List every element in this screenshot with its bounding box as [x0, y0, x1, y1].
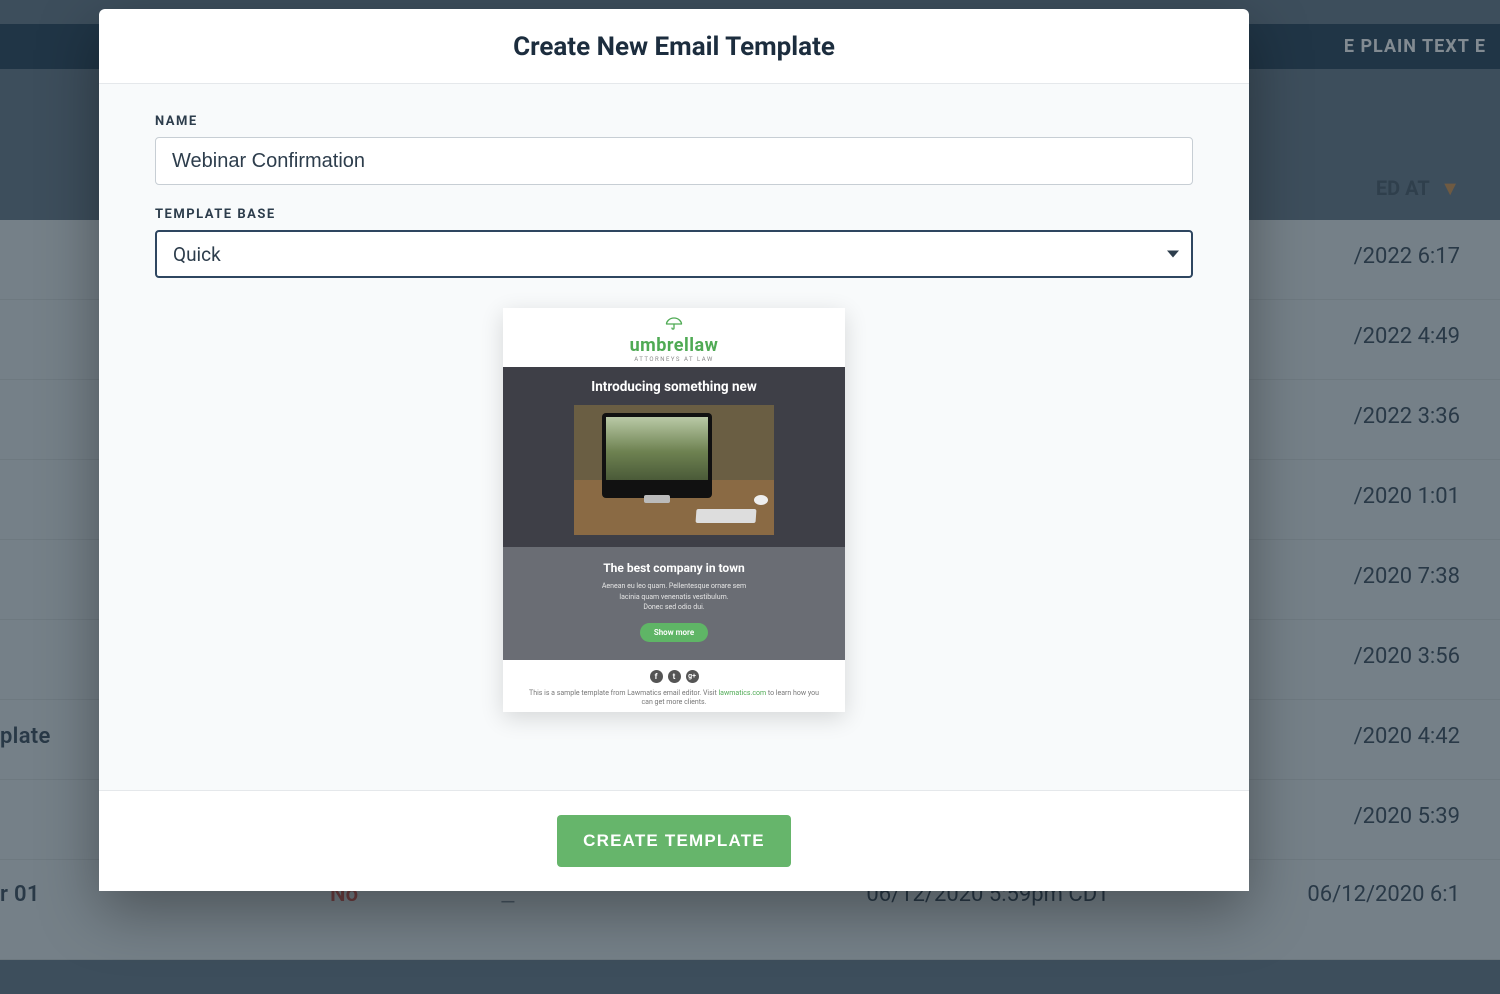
- template-base-label: TEMPLATE BASE: [155, 207, 1193, 222]
- template-base-select[interactable]: Quick: [155, 230, 1193, 278]
- name-input[interactable]: [155, 137, 1193, 185]
- create-template-modal: Create New Email Template NAME TEMPLATE …: [99, 9, 1249, 891]
- preview-disclaimer: This is a sample template from Lawmatics…: [503, 683, 845, 709]
- preview-hero-title: Introducing something new: [503, 367, 845, 405]
- disclaimer-text: This is a sample template from Lawmatics…: [529, 689, 718, 697]
- preview-hero-image: [574, 405, 774, 535]
- preview-brand-tag: ATTORNEYS AT LAW: [503, 356, 845, 363]
- preview-sub-body: Donec sed odio dui.: [525, 602, 823, 613]
- preview-brand: umbrellaw: [503, 335, 845, 356]
- preview-sub: The best company in town Aenean eu leo q…: [503, 547, 845, 660]
- preview-social-row: f t g+: [503, 670, 845, 683]
- preview-cta-button: Show more: [640, 623, 708, 642]
- preview-hero: Introducing something new: [503, 367, 845, 547]
- disclaimer-link: lawmatics.com: [718, 689, 766, 697]
- preview-footer: f t g+ This is a sample template from La…: [503, 660, 845, 713]
- preview-sub-body: lacinia quam venenatis vestibulum.: [525, 592, 823, 603]
- chevron-down-icon: [1167, 251, 1179, 258]
- facebook-icon: f: [650, 670, 663, 683]
- modal-title: Create New Email Template: [99, 9, 1249, 84]
- preview-logo: umbrellaw ATTORNEYS AT LAW: [503, 308, 845, 367]
- template-preview-card: umbrellaw ATTORNEYS AT LAW Introducing s…: [503, 308, 845, 712]
- create-template-button[interactable]: CREATE TEMPLATE: [557, 815, 791, 867]
- name-label: NAME: [155, 114, 1193, 129]
- modal-footer: CREATE TEMPLATE: [99, 790, 1249, 891]
- preview-sub-body: Aenean eu leo quam. Pellentesque ornare …: [525, 581, 823, 592]
- umbrella-icon: [665, 317, 683, 331]
- google-plus-icon: g+: [686, 670, 699, 683]
- template-base-value: Quick: [173, 243, 221, 266]
- preview-sub-title: The best company in town: [525, 561, 823, 575]
- twitter-icon: t: [668, 670, 681, 683]
- modal-body: NAME TEMPLATE BASE Quick umbrellaw ATTOR…: [99, 84, 1249, 790]
